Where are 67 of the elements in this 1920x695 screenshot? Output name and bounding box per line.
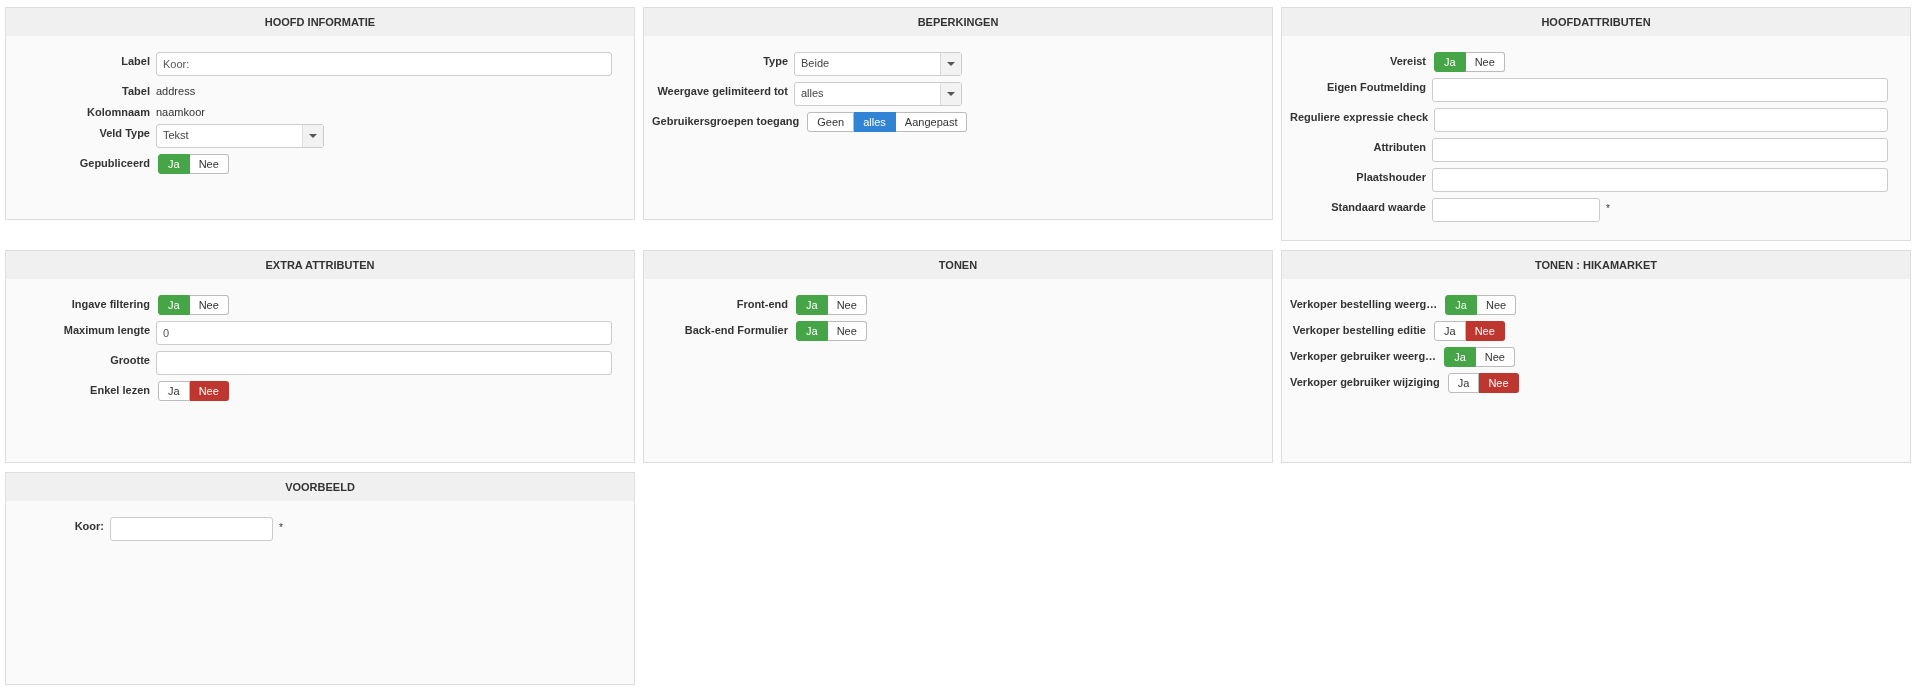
field-label: Ingave filtering [70,297,150,310]
toggle-option[interactable]: Nee [1465,321,1505,341]
input-field[interactable] [1432,138,1888,162]
dropdown[interactable]: Beide [794,52,962,76]
dropdown[interactable]: Tekst [156,124,324,148]
input-field[interactable] [1432,198,1600,222]
toggle-option[interactable]: alles [854,112,896,132]
field-label: Gepubliceerd [78,156,150,169]
toggle-option[interactable]: Ja [158,381,190,401]
required-mark: * [279,521,283,533]
input-field[interactable]: Koor: [156,52,612,76]
toggle-option[interactable]: Ja [1434,321,1466,341]
field-value: address [156,84,196,97]
toggle-option[interactable]: Nee [1465,52,1505,72]
field-label: Veld Type [98,126,150,139]
caret-icon [947,92,955,96]
toggle-option[interactable]: Geen [807,112,855,132]
toggle-option[interactable]: Nee [1476,295,1517,315]
toggle-option[interactable]: Nee [827,295,867,315]
panel-title: HOOFD INFORMATIE [6,8,634,36]
field-label: Verkoper gebruiker wijziging [1290,375,1440,388]
field-label: Verkoper gebruiker weerg… [1290,349,1437,362]
field-label: Vereist [1388,54,1426,67]
input-field[interactable] [110,517,273,541]
panel-title: BEPERKINGEN [644,8,1272,36]
field-label: Verkoper bestelling weerg… [1290,297,1438,310]
toggle-option[interactable]: Nee [827,321,867,341]
field-label: Kolomnaam [86,105,150,118]
toggle-option[interactable]: Aangepast [895,112,968,132]
field-label: Weergave gelimiteerd tot [656,84,788,97]
field-label: Attributen [1372,140,1426,153]
field-label: Front-end [735,297,788,310]
panel-title: TONEN : HIKAMARKET [1282,251,1910,279]
field-label: Eigen Foutmelding [1326,80,1426,93]
field-label: Grootte [109,353,150,366]
field-label: Koor: [73,519,104,532]
toggle-option[interactable]: Nee [189,154,229,174]
field-label: Gebruikersgroepen toegang [652,114,800,127]
field-label: Reguliere expressie check [1290,110,1429,123]
caret-icon [947,62,955,66]
toggle-option[interactable]: Nee [189,381,229,401]
field-label: Standaard waarde [1330,200,1426,213]
input-field[interactable] [1434,108,1888,132]
toggle-option[interactable]: Nee [1475,347,1515,367]
field-label: Type [762,54,788,67]
input-field[interactable] [1432,168,1888,192]
field-label: Enkel lezen [89,383,150,396]
toggle-option[interactable]: Nee [1479,373,1519,393]
panel-title: EXTRA ATTRIBUTEN [6,251,634,279]
required-mark: * [1606,202,1610,214]
field-label: Back-end Formulier [683,323,788,336]
field-value: naamkoor [156,105,205,118]
toggle-option[interactable]: Ja [1447,373,1480,393]
field-label: Tabel [121,84,150,97]
toggle-option[interactable]: Nee [189,295,229,315]
input-field[interactable] [1432,78,1888,102]
panel-title: VOORBEELD [6,473,634,501]
field-label: Maximum lengte [62,323,150,336]
input-field[interactable]: 0 [156,321,612,345]
caret-icon [309,134,317,138]
input-field[interactable] [156,351,612,375]
field-label: Verkoper bestelling editie [1291,323,1426,336]
field-label: Label [120,54,150,67]
panel-title: HOOFDATTRIBUTEN [1282,8,1910,36]
field-label: Plaatshouder [1355,170,1426,183]
dropdown[interactable]: alles [794,82,962,106]
panel-title: TONEN [644,251,1272,279]
